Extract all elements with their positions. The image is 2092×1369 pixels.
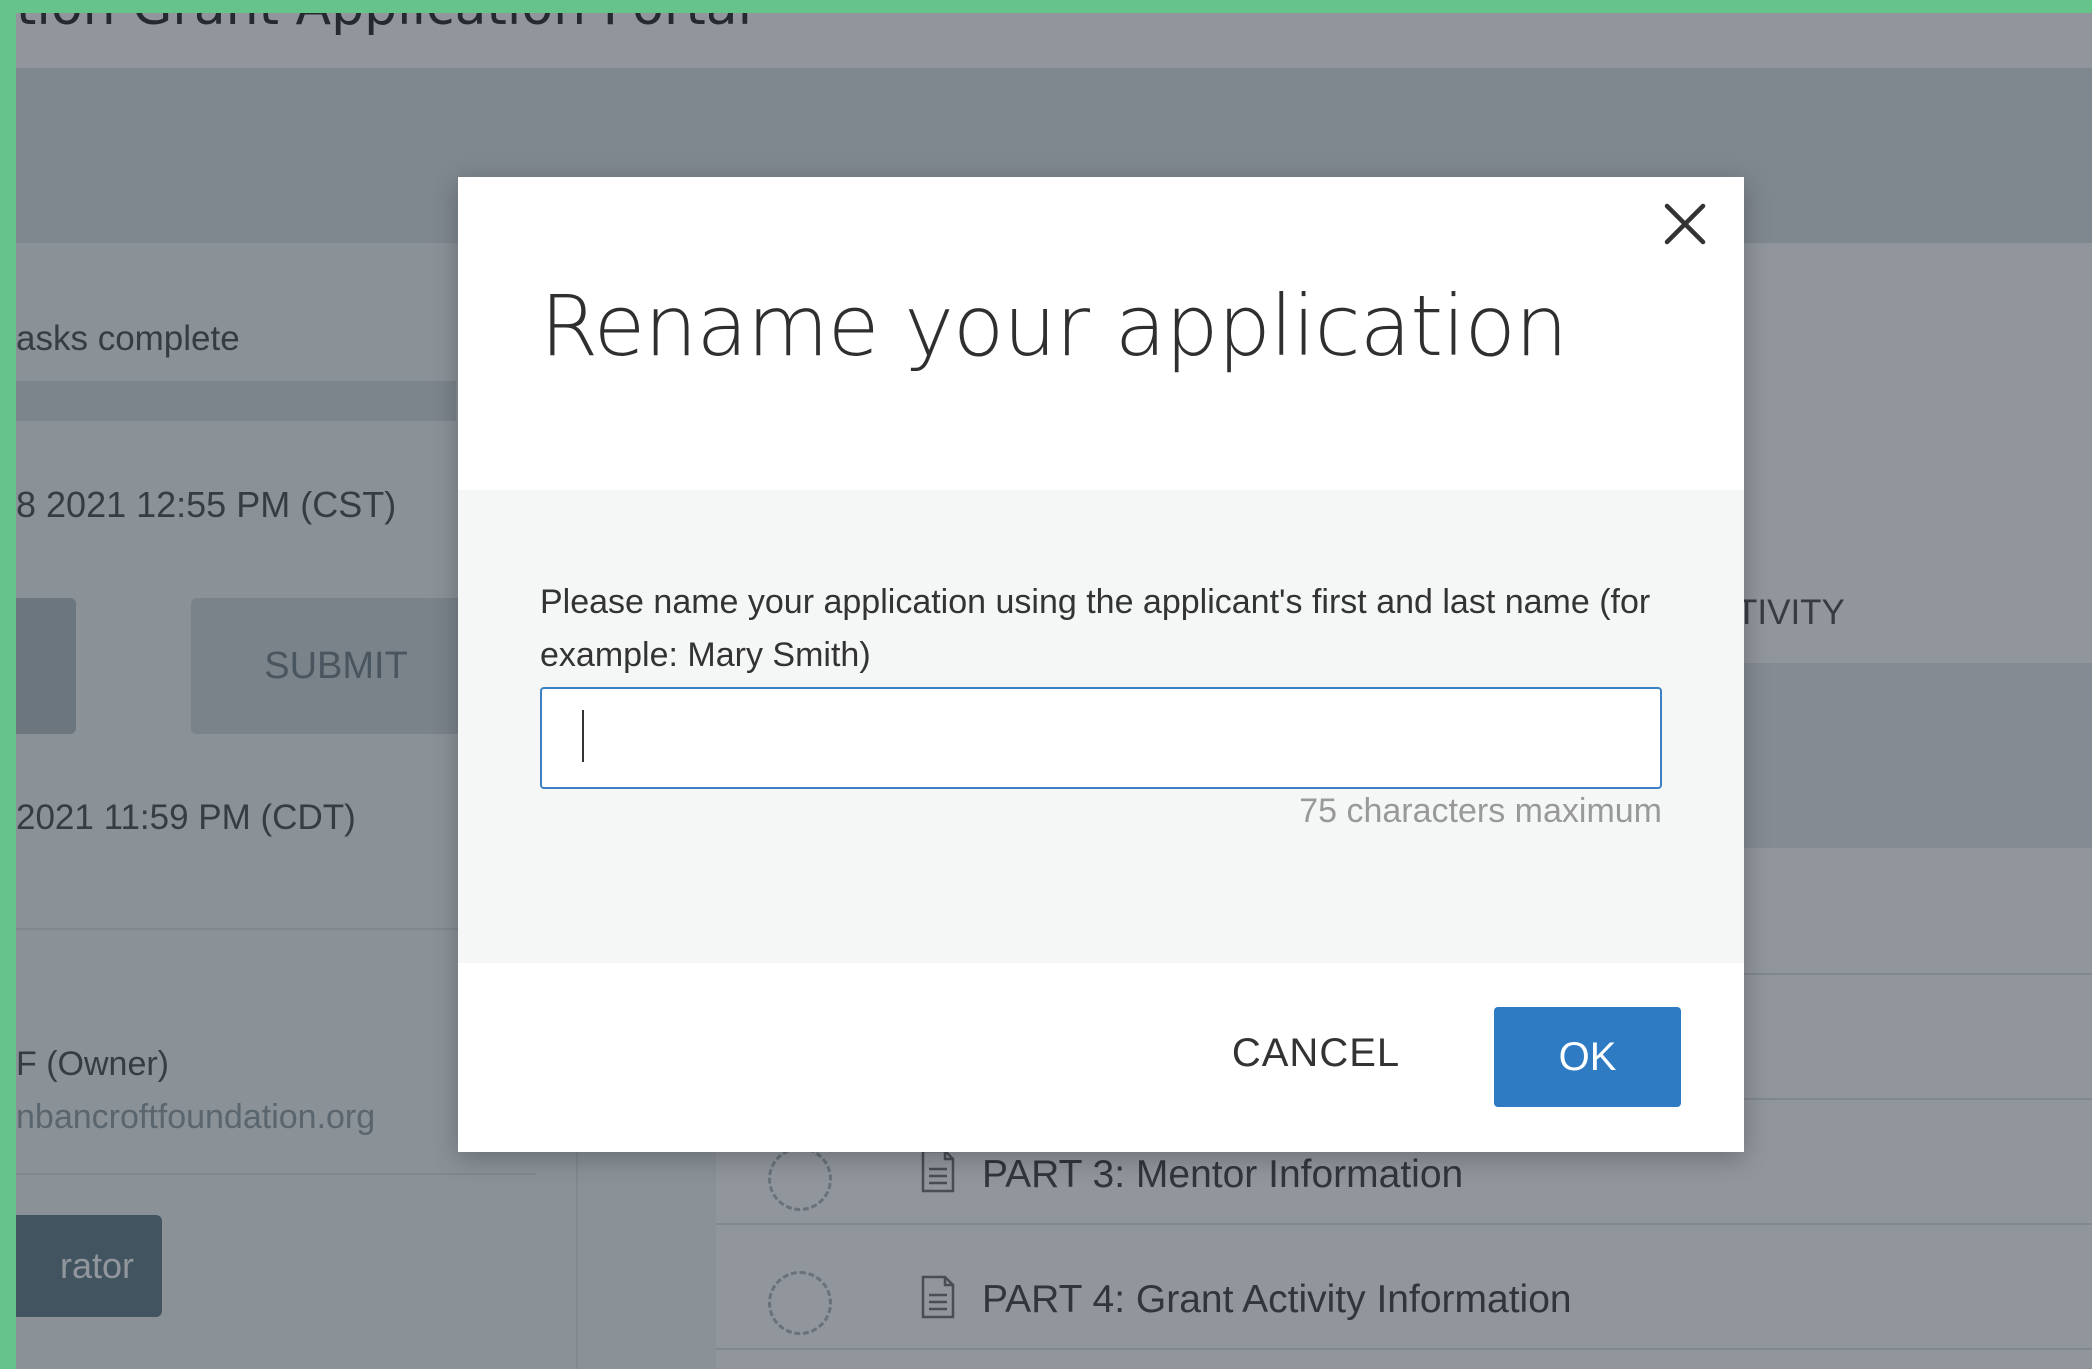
dialog-body: Please name your application using the a… [458, 490, 1744, 963]
application-name-input[interactable] [540, 687, 1662, 789]
instruction-text: Please name your application using the a… [540, 583, 1651, 674]
close-icon[interactable] [1662, 201, 1708, 247]
char-limit-hint: 75 characters maximum [1299, 792, 1662, 830]
cancel-button[interactable]: CANCEL [1196, 1003, 1436, 1103]
dialog-title: Rename your application [540, 277, 1568, 375]
ok-button[interactable]: OK [1494, 1007, 1681, 1107]
rename-dialog: Rename your application Please name your… [458, 177, 1744, 1152]
text-caret [582, 710, 584, 762]
